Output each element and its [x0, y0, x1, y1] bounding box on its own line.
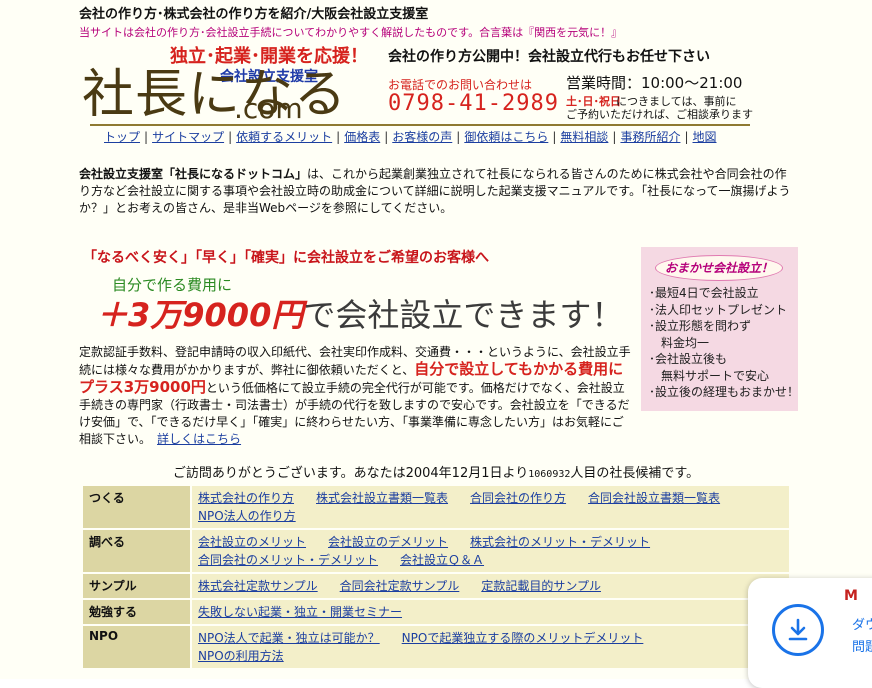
header-divider — [90, 124, 750, 126]
menu-link[interactable]: 合同会社定款サンプル — [340, 579, 460, 593]
details-link[interactable]: 詳しくはこちら — [157, 432, 241, 446]
nav-office[interactable]: 事務所紹介 — [620, 130, 680, 144]
menu-link[interactable]: 合同会社のメリット・デメリット — [198, 553, 378, 567]
visit-before: ご訪問ありがとうございます。あなたは2004年12月1日より — [172, 466, 529, 481]
menu-link[interactable]: 会社設立のメリット — [198, 535, 306, 549]
business-hours: 営業時間：10:00～21:00 — [566, 74, 743, 92]
menu-link[interactable]: NPOの利用方法 — [198, 649, 284, 663]
menu-link[interactable]: NPO法人の作り方 — [198, 509, 296, 523]
page: 会社の作り方･株式会社の作り方を紹介/大阪会社設立支援室 当サイトは会社の作り方… — [0, 0, 872, 688]
menu-category: つくる — [83, 486, 190, 528]
menu-links: 株式会社の作り方 株式会社設立書類一覧表 合同会社の作り方 合同会社設立書類一覧表 NP… — [192, 486, 789, 528]
menu-category: サンプル — [83, 574, 190, 598]
menu-row: NPO NPO法人で起業・独立は可能か？ NPOで起業独立する際のメリットデメリッ… — [83, 626, 789, 668]
nav-separator: | — [456, 130, 461, 144]
omakase-item: ･設立形態を問わず — [649, 319, 752, 333]
download-text-1: ダウ — [852, 618, 872, 633]
promo-headline: 「なるべく安く」「早く」「確実」に会社設立をご希望のお客様へ — [83, 250, 489, 266]
weekend-note-2: ご予約いただければ、ご相談承ります — [566, 108, 753, 121]
page-subtitle: 当サイトは会社の作り方･会社設立手続についてわかりやすく解説したものです。合言葉… — [79, 26, 623, 39]
menu-link[interactable]: 会社設立Ｑ＆Ａ — [400, 553, 484, 567]
download-popup[interactable]: M ダウ 問題 — [748, 578, 872, 688]
menu-link[interactable]: 失敗しない起業・独立・開業セミナー — [198, 605, 402, 619]
site-logo[interactable]: 独立･起業･開業を応援！ 会社設立支援室 社長になる .com — [82, 40, 372, 126]
menu-links: NPO法人で起業・独立は可能か？ NPOで起業独立する際のメリットデメリット NPO… — [192, 626, 789, 668]
header-headline: 会社の作り方公開中！会社設立代行もお任せ下さい — [388, 49, 710, 65]
omakase-item: 無料サポートで安心 — [649, 368, 770, 383]
nav-order[interactable]: 御依頼はこちら — [464, 130, 548, 144]
main-nav: トップ | サイトマップ | 依頼するメリット | 価格表 | お客様の声 | 御依頼はこちら | 無料… — [104, 128, 717, 145]
menu-category: 調べる — [83, 530, 190, 572]
omakase-list: ･最短4日で会社設立 ･法人印セットプレゼント ･設立形態を問わず 料金均一 ･… — [649, 285, 799, 401]
menu-link[interactable]: 株式会社のメリット・デメリット — [470, 535, 650, 549]
menu-link[interactable]: 株式会社定款サンプル — [198, 579, 318, 593]
intro-paragraph: 会社設立支援室「社長になるドットコム」は、これから起業創業独立されて社長になられ… — [79, 166, 795, 217]
menu-category: 勉強する — [83, 600, 190, 624]
menu-links: 失敗しない起業・独立・開業セミナー — [192, 600, 789, 624]
nav-separator: | — [336, 130, 341, 144]
omakase-item: ･最短4日で会社設立 — [649, 286, 759, 300]
menu-link[interactable]: 定款記載目的サンプル — [481, 579, 601, 593]
visit-counter-text: ご訪問ありがとうございます。あなたは2004年12月1日より1060932人目の… — [0, 462, 872, 481]
menu-link[interactable]: 合同会社設立書類一覧表 — [588, 491, 720, 505]
menu-row: サンプル 株式会社定款サンプル 合同会社定款サンプル 定款記載目的サンプル — [83, 574, 789, 598]
visit-count: 1060932 — [528, 469, 571, 480]
menu-link[interactable]: 株式会社の作り方 — [198, 491, 294, 505]
menu-links: 株式会社定款サンプル 合同会社定款サンプル 定款記載目的サンプル — [192, 574, 789, 598]
menu-row: つくる 株式会社の作り方 株式会社設立書類一覧表 合同会社の作り方 合同会社設立書類一… — [83, 486, 789, 528]
brand-logo-icon: M — [844, 588, 858, 604]
menu-link[interactable]: 合同会社の作り方 — [470, 491, 566, 505]
header-contact: 会社の作り方公開中！会社設立代行もお任せ下さい お電話でのお問い合わせは 079… — [388, 46, 768, 121]
category-menu: つくる 株式会社の作り方 株式会社設立書類一覧表 合同会社の作り方 合同会社設立書類一… — [81, 484, 791, 670]
promo-banner: ＋3万9000円で会社設立できます！ — [96, 290, 623, 336]
nav-merit[interactable]: 依頼するメリット — [236, 130, 332, 144]
nav-price[interactable]: 価格表 — [344, 130, 380, 144]
menu-category: NPO — [83, 626, 190, 668]
omakase-item: 料金均一 — [649, 335, 710, 350]
nav-top[interactable]: トップ — [104, 130, 140, 144]
nav-sitemap[interactable]: サイトマップ — [152, 130, 224, 144]
omakase-banner[interactable]: おまかせ会社設立！ ･最短4日で会社設立 ･法人印セットプレゼント ･設立形態を… — [641, 247, 799, 411]
omakase-item: ･法人印セットプレゼント — [649, 302, 788, 317]
menu-link[interactable]: 会社設立のデメリット — [328, 535, 448, 549]
nav-voice[interactable]: お客様の声 — [392, 130, 452, 144]
promo-body: 定款認証手数料、登記申請時の収入印紙代、会社実印作成料、交通費・・・というように… — [79, 344, 631, 448]
omakase-item: ･設立後の経理もおまかせ！ — [649, 385, 800, 399]
nav-separator: | — [552, 130, 557, 144]
menu-links: 会社設立のメリット 会社設立のデメリット 株式会社のメリット・デメリット合同会社のメ… — [192, 530, 789, 572]
menu-link[interactable]: 株式会社設立書類一覧表 — [316, 491, 448, 505]
nav-separator: | — [384, 130, 389, 144]
nav-separator: | — [684, 130, 689, 144]
nav-separator: | — [228, 130, 233, 144]
menu-row: 勉強する 失敗しない起業・独立・開業セミナー — [83, 600, 789, 624]
download-text-2: 問題 — [852, 640, 872, 655]
promo-price: ＋3万9000円 — [96, 296, 304, 334]
nav-separator: | — [612, 130, 617, 144]
tel-number[interactable]: 0798-41-2989 — [388, 91, 559, 116]
logo-main: 社長になる — [82, 65, 348, 125]
menu-row: 調べる 会社設立のメリット 会社設立のデメリット 株式会社のメリット・デメリット合同… — [83, 530, 789, 572]
promo-rest: で会社設立できます！ — [303, 296, 624, 334]
nav-map[interactable]: 地図 — [693, 130, 717, 144]
intro-lead: 会社設立支援室「社長になるドットコム」 — [79, 167, 308, 181]
omakase-title: おまかせ会社設立！ — [655, 255, 783, 281]
visit-after: 人目の社長候補です。 — [570, 466, 700, 481]
menu-link[interactable]: NPO法人で起業・独立は可能か？ — [198, 631, 380, 645]
menu-link[interactable]: NPOで起業独立する際のメリットデメリット — [402, 631, 644, 645]
page-title: 会社の作り方･株式会社の作り方を紹介/大阪会社設立支援室 — [79, 7, 429, 22]
nav-consult[interactable]: 無料相談 — [560, 130, 608, 144]
download-icon[interactable] — [772, 604, 824, 656]
omakase-item: ･会社設立後も — [649, 352, 728, 366]
logo-com: .com — [234, 92, 303, 125]
nav-separator: | — [144, 130, 149, 144]
